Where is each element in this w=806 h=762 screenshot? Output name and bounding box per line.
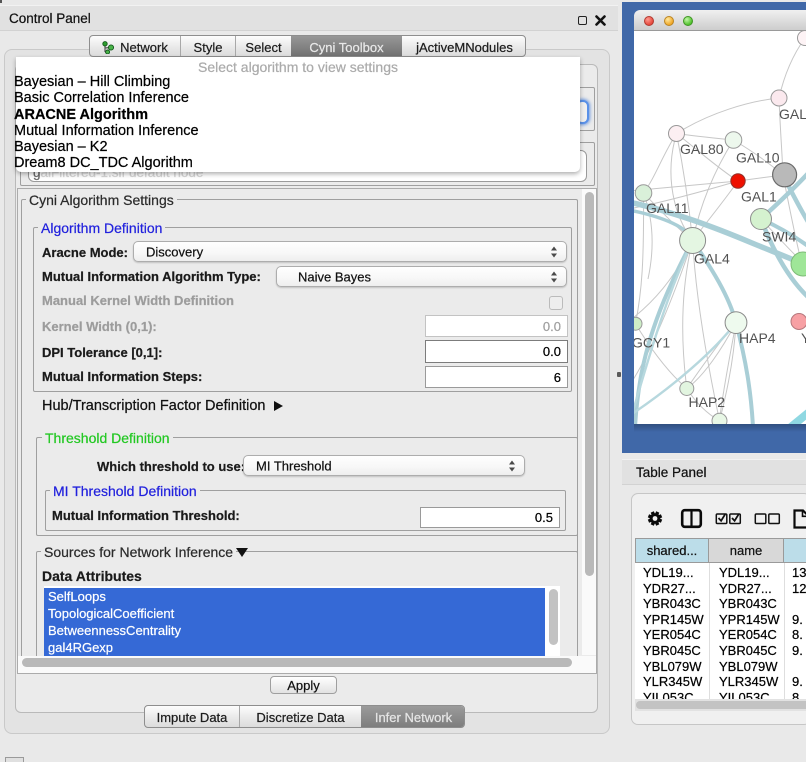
svg-text:HAP2: HAP2	[689, 394, 726, 410]
svg-text:GAL1: GAL1	[741, 189, 777, 205]
svg-text:GAL80: GAL80	[680, 141, 724, 157]
svg-text:GCY1: GCY1	[634, 335, 670, 351]
svg-text:GAL: GAL	[779, 106, 806, 122]
svg-text:GAL4: GAL4	[694, 251, 730, 267]
svg-text:HAP4: HAP4	[739, 330, 776, 346]
svg-text:Y: Y	[801, 330, 806, 346]
svg-text:GAL10: GAL10	[736, 150, 780, 166]
svg-text:GAL11: GAL11	[646, 200, 689, 216]
svg-text:SWI4: SWI4	[762, 229, 796, 245]
